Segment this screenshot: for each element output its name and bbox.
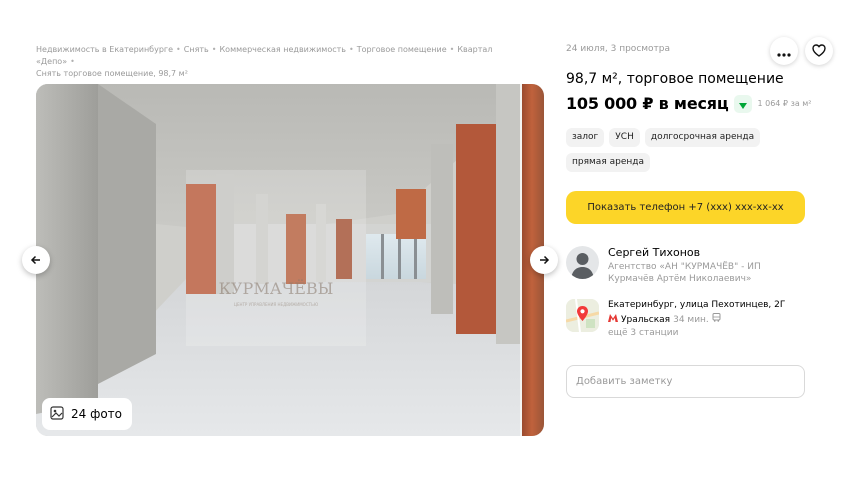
heart-icon — [812, 42, 826, 61]
favorite-button[interactable] — [805, 37, 833, 65]
show-phone-button[interactable]: Показать телефон +7 (xxx) xxx-xx-xx — [566, 191, 805, 224]
listing-tags: залог УСН долгосрочная аренда прямая аре… — [566, 128, 796, 172]
avatar — [566, 246, 599, 279]
breadcrumb-separator: • — [349, 45, 354, 54]
breadcrumb-separator: • — [449, 45, 455, 54]
bus-icon — [712, 313, 721, 327]
seller-agency: Агентство «АН "КУРМАЧЁВ" - ИП Курмачёв А… — [608, 262, 761, 284]
more-dots-icon — [777, 42, 791, 61]
seller-name[interactable]: Сергей Тихонов — [608, 246, 798, 260]
tag: прямая аренда — [566, 153, 650, 172]
tag: УСН — [609, 128, 640, 147]
more-stations-link[interactable]: ещё 3 станции — [608, 327, 785, 339]
metro-station: Уральская — [621, 314, 671, 325]
breadcrumb-current: Снять торговое помещение, 98,7 м² — [36, 69, 188, 78]
breadcrumb-separator: • — [176, 45, 181, 54]
price-down-icon — [739, 94, 748, 113]
price-per-m2: 1 064 ₽ за м² — [757, 99, 812, 108]
arrow-right-icon — [538, 251, 550, 270]
tag: долгосрочная аренда — [644, 128, 761, 147]
breadcrumb-item[interactable]: Коммерческая недвижимость — [220, 45, 347, 54]
prev-photo-button[interactable] — [22, 246, 50, 274]
photo-count-label: 24 фото — [71, 407, 123, 421]
seller-card[interactable]: Сергей Тихонов Агентство «АН "КУРМАЧЁВ" … — [566, 246, 798, 285]
price-history-button[interactable] — [734, 94, 753, 113]
metro-row: Уральская 34 мин. — [608, 313, 785, 327]
breadcrumb-item[interactable]: Торговое помещение — [357, 45, 447, 54]
location-block[interactable]: Екатеринбург, улица Пехотинцев, 2Г Ураль… — [566, 299, 785, 339]
breadcrumb-separator: • — [211, 45, 217, 54]
breadcrumb-item[interactable]: Снять — [184, 45, 209, 54]
breadcrumb: Недвижимость в Екатеринбурге • Снять • Комме… — [36, 44, 516, 80]
listing-title: 98,7 м², торговое помещение — [566, 71, 784, 87]
listing-meta: 24 июля, 3 просмотра — [566, 44, 671, 54]
breadcrumb-separator: • — [70, 57, 75, 66]
breadcrumb-item[interactable]: Недвижимость в Екатеринбурге — [36, 45, 173, 54]
photo-count-button[interactable]: 24 фото — [42, 398, 133, 430]
address: Екатеринбург, улица Пехотинцев, 2Г — [608, 300, 786, 310]
watermark-subtext: ЦЕНТР УПРАВЛЕНИЯ НЕДВИЖИМОСТЬЮ — [234, 302, 319, 307]
watermark-text: КУРМАЧЁВЫ — [219, 278, 334, 298]
map-thumbnail[interactable] — [566, 299, 599, 332]
price-row: 105 000 ₽ в месяц 1 064 ₽ за м² — [566, 94, 812, 113]
more-options-button[interactable] — [770, 37, 798, 65]
arrow-left-icon — [30, 251, 42, 270]
photo-gallery[interactable]: КУРМАЧЁВЫ ЦЕНТР УПРАВЛЕНИЯ НЕДВИЖИМОСТЬЮ… — [36, 84, 544, 436]
tag: залог — [566, 128, 605, 147]
add-note-input[interactable] — [566, 365, 805, 398]
image-icon — [50, 405, 64, 423]
price: 105 000 ₽ в месяц — [566, 94, 729, 113]
metro-time: 34 мин. — [673, 314, 709, 325]
listing-photo[interactable]: КУРМАЧЁВЫ ЦЕНТР УПРАВЛЕНИЯ НЕДВИЖИМОСТЬЮ — [36, 84, 520, 436]
metro-icon — [608, 313, 618, 327]
next-photo-button[interactable] — [530, 246, 558, 274]
